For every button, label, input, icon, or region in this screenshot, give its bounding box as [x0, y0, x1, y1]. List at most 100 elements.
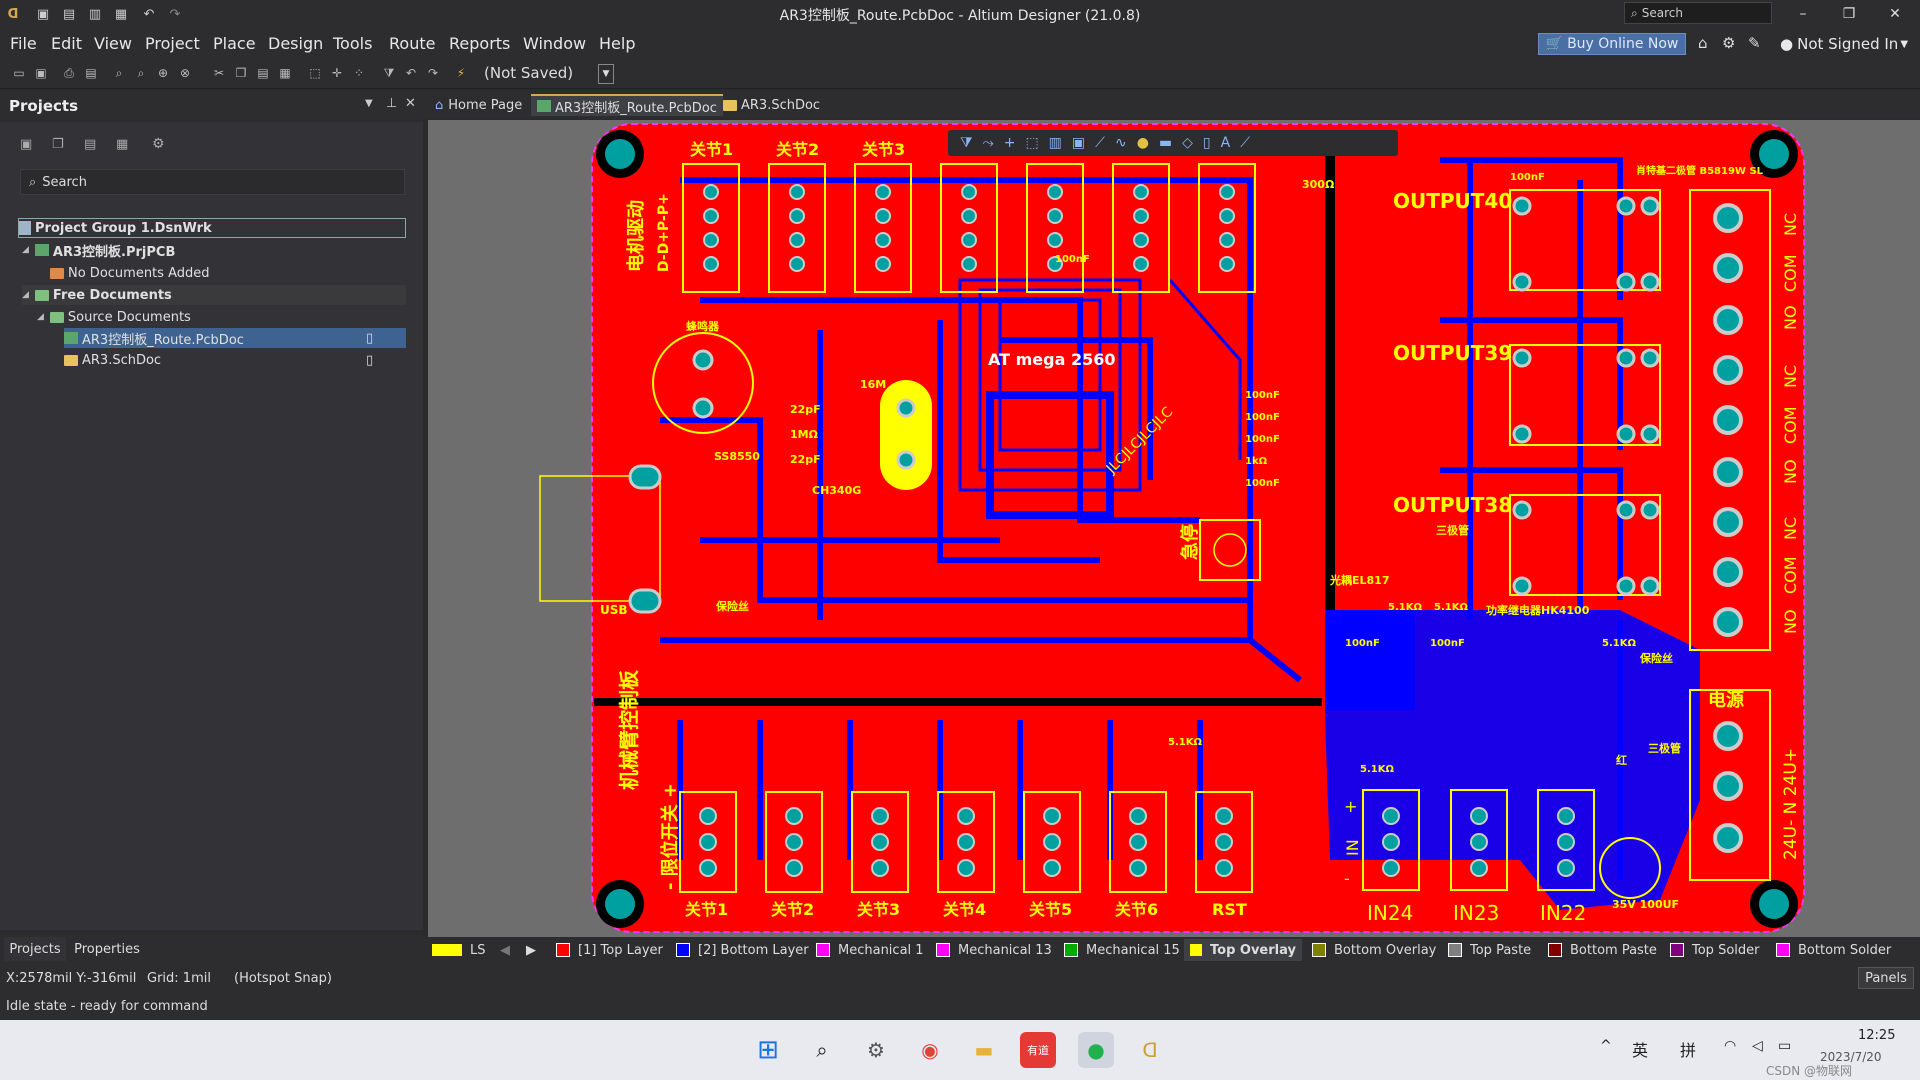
- redo-icon[interactable]: ↷: [424, 64, 442, 82]
- menu-edit[interactable]: Edit: [51, 34, 82, 53]
- save-icon[interactable]: ▣: [32, 4, 54, 24]
- move-icon[interactable]: ✛: [328, 64, 346, 82]
- settings-gear-icon[interactable]: ⚙: [858, 1032, 894, 1068]
- panels-button[interactable]: Panels: [1858, 967, 1914, 989]
- highlight-icon[interactable]: ⚡: [452, 64, 470, 82]
- layer-bottom-solder[interactable]: Bottom Solder: [1776, 941, 1891, 959]
- buy-online-button[interactable]: 🛒 Buy Online Now: [1538, 33, 1686, 55]
- close-icon[interactable]: ✕: [405, 96, 416, 111]
- account-menu[interactable]: ● Not Signed In ▼: [1780, 35, 1908, 53]
- tab-home-page[interactable]: ⌂ Home Page: [429, 94, 528, 116]
- menu-reports[interactable]: Reports: [449, 34, 510, 53]
- expand-arrow-icon[interactable]: ◢: [22, 290, 29, 300]
- tree-item-project-group[interactable]: Project Group 1.DsnWrk: [18, 218, 406, 238]
- layer-scroll-left-icon[interactable]: ◀: [496, 941, 514, 959]
- close-button[interactable]: ✕: [1872, 0, 1918, 28]
- layer-scroll-right-icon[interactable]: ▶: [522, 941, 540, 959]
- layer-set-selector[interactable]: LS: [432, 941, 486, 959]
- panel-menu-icon[interactable]: ▼: [365, 98, 373, 109]
- save-all-icon[interactable]: ▤: [58, 4, 80, 24]
- route-icon[interactable]: ⟋: [1095, 135, 1105, 151]
- select-cross-icon[interactable]: ⁘: [350, 64, 368, 82]
- align-icon[interactable]: ▥: [1049, 135, 1062, 151]
- tree-item-schdoc[interactable]: AR3.SchDoc ▯: [64, 350, 406, 370]
- menu-help[interactable]: Help: [599, 34, 635, 53]
- menu-project[interactable]: Project: [145, 34, 200, 53]
- file-explorer-icon[interactable]: ▬: [966, 1032, 1002, 1068]
- layer-top-paste[interactable]: Top Paste: [1448, 941, 1531, 959]
- line-icon[interactable]: ⟋: [1240, 135, 1250, 151]
- undo-icon[interactable]: ↶: [402, 64, 420, 82]
- layer-mechanical-1[interactable]: Mechanical 1: [816, 941, 924, 959]
- gear-icon[interactable]: ⚙: [1722, 34, 1735, 52]
- project-search-input[interactable]: ⌕ Search: [20, 169, 405, 195]
- copy-icon[interactable]: ❐: [232, 64, 250, 82]
- open-icon[interactable]: ▥: [84, 4, 106, 24]
- dimension-icon[interactable]: ▯: [1203, 135, 1211, 151]
- interactive-route-icon[interactable]: ⤳: [983, 135, 994, 151]
- layer-mechanical-13[interactable]: Mechanical 13: [936, 941, 1052, 959]
- rubber-stamp-icon[interactable]: ▦: [276, 64, 294, 82]
- project-history-icon[interactable]: ▦: [116, 137, 128, 152]
- cut-icon[interactable]: ✂: [210, 64, 228, 82]
- print-preview-icon[interactable]: ▤: [82, 64, 100, 82]
- pcb-canvas[interactable]: 关节1 关节2 关节3 关节1 关节2 关节3 关节4 关节5 关节6 RST …: [428, 120, 1920, 937]
- select-area-icon[interactable]: ⬚: [306, 64, 324, 82]
- battery-icon[interactable]: ▭: [1778, 1038, 1791, 1054]
- text-icon[interactable]: A: [1221, 135, 1231, 151]
- menu-window[interactable]: Window: [523, 34, 586, 53]
- pin-icon[interactable]: ⊥: [386, 96, 397, 111]
- open-folder-icon[interactable]: ▦: [110, 4, 132, 24]
- minimize-button[interactable]: –: [1780, 0, 1826, 28]
- expand-arrow-icon[interactable]: ◢: [37, 312, 44, 322]
- layer-mechanical-15[interactable]: Mechanical 15: [1064, 941, 1180, 959]
- layer-bottom[interactable]: [2] Bottom Layer: [676, 941, 809, 959]
- maximize-button[interactable]: ❐: [1826, 0, 1872, 28]
- layer-top-overlay[interactable]: Top Overlay: [1184, 939, 1302, 961]
- tree-item-prjpcb[interactable]: ◢ AR3控制板.PrjPCB: [22, 240, 175, 260]
- layer-top-solder[interactable]: Top Solder: [1670, 941, 1759, 959]
- chevron-down-icon[interactable]: ▼: [598, 64, 614, 84]
- tree-item-pcbdoc[interactable]: AR3控制板_Route.PcbDoc ▯: [64, 328, 406, 348]
- project-options-icon[interactable]: ▤: [84, 137, 96, 152]
- tree-item-free-documents[interactable]: ◢ Free Documents: [22, 285, 406, 305]
- notifications-icon[interactable]: ✎: [1748, 34, 1761, 52]
- compile-icon[interactable]: ❐: [52, 137, 64, 152]
- via-icon[interactable]: ●: [1137, 135, 1149, 151]
- menu-view[interactable]: View: [94, 34, 132, 53]
- fill-icon[interactable]: ▬: [1159, 135, 1172, 151]
- place-cross-icon[interactable]: +: [1004, 135, 1016, 151]
- youdao-dict-icon[interactable]: 有道: [1020, 1032, 1056, 1068]
- layer-bottom-paste[interactable]: Bottom Paste: [1548, 941, 1657, 959]
- menu-place[interactable]: Place: [213, 34, 256, 53]
- select-rect-icon[interactable]: ⬚: [1025, 135, 1038, 151]
- menu-tools[interactable]: Tools: [333, 34, 372, 53]
- undo-icon[interactable]: ↶: [138, 4, 160, 24]
- zoom-fit-icon[interactable]: ⊕: [154, 64, 172, 82]
- save-icon[interactable]: ▣: [32, 64, 50, 82]
- paste-icon[interactable]: ▤: [254, 64, 272, 82]
- tray-overflow-icon[interactable]: ^: [1600, 1038, 1612, 1054]
- search-icon[interactable]: ⌕: [804, 1032, 840, 1068]
- save-project-icon[interactable]: ▣: [20, 137, 32, 152]
- tab-properties[interactable]: Properties: [70, 937, 144, 961]
- tab-pcbdoc[interactable]: AR3控制板_Route.PcbDoc: [531, 94, 723, 116]
- chrome-icon[interactable]: ◉: [912, 1032, 948, 1068]
- menu-route[interactable]: Route: [389, 34, 435, 53]
- zoom-filter-icon[interactable]: ⊗: [176, 64, 194, 82]
- tab-projects[interactable]: Projects: [4, 937, 66, 961]
- tree-item-source-documents[interactable]: ◢ Source Documents: [37, 307, 191, 327]
- tab-schdoc[interactable]: AR3.SchDoc: [717, 94, 826, 116]
- open-icon[interactable]: ▭: [10, 64, 28, 82]
- layer-bottom-overlay[interactable]: Bottom Overlay: [1312, 941, 1436, 959]
- home-icon[interactable]: ⌂: [1698, 34, 1708, 52]
- windows-start-icon[interactable]: ⊞: [750, 1032, 786, 1068]
- global-search-input[interactable]: ⌕ Search: [1624, 2, 1772, 24]
- tune-icon[interactable]: ∿: [1115, 135, 1127, 151]
- volume-icon[interactable]: ◁: [1752, 1038, 1763, 1054]
- altium-taskbar-icon[interactable]: ᗡ: [1132, 1032, 1168, 1068]
- polygon-icon[interactable]: ◇: [1182, 135, 1193, 151]
- ime-language[interactable]: 英: [1632, 1037, 1648, 1061]
- expand-arrow-icon[interactable]: ◢: [22, 245, 29, 255]
- zoom-selected-icon[interactable]: ⌕: [132, 64, 150, 82]
